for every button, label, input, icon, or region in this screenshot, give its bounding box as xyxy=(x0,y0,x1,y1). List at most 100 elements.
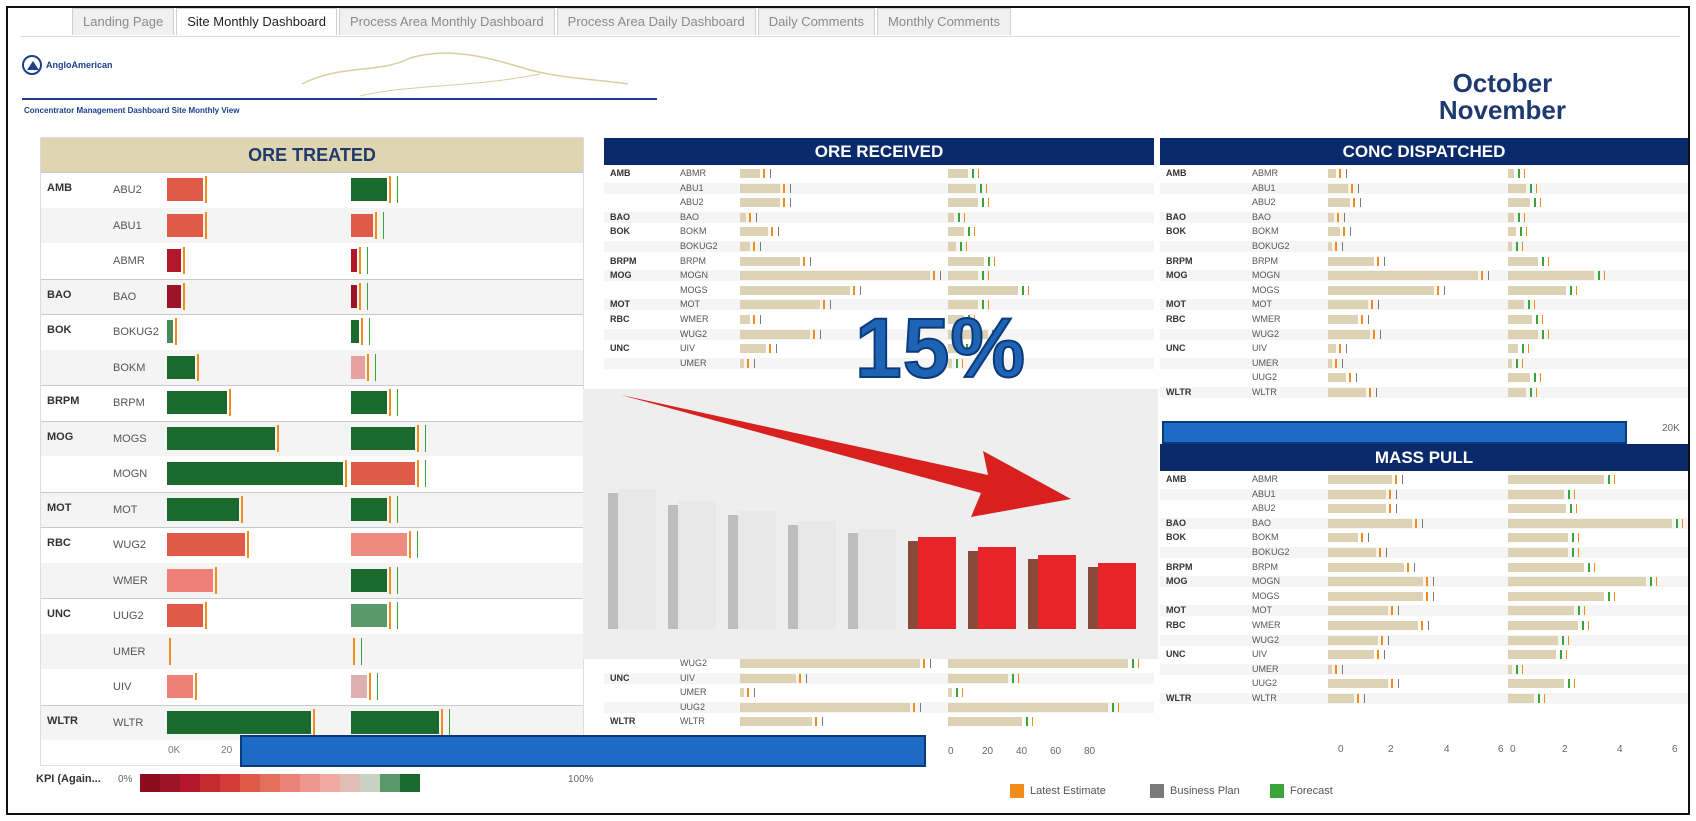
tab-process-area-daily-dashboard[interactable]: Process Area Daily Dashboard xyxy=(556,8,756,35)
latest-estimate-tick xyxy=(783,183,785,193)
ore-treated-bar xyxy=(167,710,311,734)
area-label: UIV xyxy=(113,681,132,693)
right-bar xyxy=(1508,329,1538,339)
latest-estimate-tick xyxy=(1536,183,1537,193)
latest-estimate-tick xyxy=(994,256,995,266)
table-row: BOKM xyxy=(41,349,583,385)
latest-estimate-tick xyxy=(974,227,975,237)
latest-estimate-tick xyxy=(853,285,855,295)
business-plan-tick xyxy=(1342,242,1343,251)
latest-estimate-tick xyxy=(1566,650,1567,660)
forecast-marker xyxy=(383,211,384,239)
left-bar xyxy=(1328,198,1350,208)
tab-daily-comments[interactable]: Daily Comments xyxy=(757,8,876,35)
area-label: UIV xyxy=(680,672,696,683)
latest-estimate-tick xyxy=(1526,227,1527,237)
ore-treated-bar xyxy=(351,604,387,627)
site-label: BAO xyxy=(47,288,72,301)
ore-treated-bar xyxy=(351,568,387,592)
forecast-tick xyxy=(972,169,974,178)
latest-estimate-tick xyxy=(1369,388,1371,397)
area-label: WLTR xyxy=(1252,387,1277,397)
business-plan-tick xyxy=(778,227,779,237)
tab-process-area-monthly-dashboard[interactable]: Process Area Monthly Dashboard xyxy=(339,8,555,35)
forecast-tick xyxy=(960,242,962,251)
ore-treated-bar xyxy=(351,462,415,485)
right-bar xyxy=(948,673,1008,683)
forecast-tick xyxy=(1530,388,1532,397)
axis-tick-label: 2 xyxy=(1562,744,1568,755)
forecast-tick xyxy=(1022,285,1024,295)
conc-axis-label: 20K xyxy=(1662,423,1680,434)
ore-treated-bar xyxy=(167,604,203,627)
left-bar xyxy=(740,271,930,281)
latest-estimate-marker xyxy=(197,353,199,381)
table-row: WLTR WLTR xyxy=(1160,693,1688,704)
business-plan-tick xyxy=(930,659,931,668)
area-label: WMER xyxy=(1252,620,1281,630)
forecast-tick xyxy=(1518,212,1520,222)
latest-estimate-marker xyxy=(389,566,391,594)
forecast-tick xyxy=(956,688,958,698)
illustration-bar xyxy=(908,537,956,629)
latest-estimate-tick xyxy=(1614,475,1615,484)
latest-estimate-tick xyxy=(933,271,935,281)
latest-estimate-tick xyxy=(923,659,925,668)
forecast-tick xyxy=(1536,315,1538,324)
table-row: RBC WMER xyxy=(1160,620,1688,631)
latest-estimate-tick xyxy=(1377,650,1379,660)
table-row: UUG2 xyxy=(1160,372,1688,383)
business-plan-tick xyxy=(806,673,807,683)
right-bar xyxy=(1508,227,1516,237)
kpi-scale-cell xyxy=(220,774,240,792)
latest-estimate-tick xyxy=(1682,518,1683,528)
left-bar xyxy=(740,688,744,698)
table-row: UNC UIV xyxy=(1160,343,1688,354)
right-bar xyxy=(1508,183,1526,193)
left-bar xyxy=(740,300,820,310)
table-row: BOKUG2 xyxy=(1160,241,1688,252)
latest-estimate-marker xyxy=(409,531,411,558)
latest-estimate-tick xyxy=(769,344,771,354)
tab-landing-page[interactable]: Landing Page xyxy=(72,8,175,35)
forecast-marker xyxy=(397,389,398,416)
area-label: BRPM xyxy=(113,397,145,409)
table-row: ABU2 xyxy=(1160,197,1688,208)
latest-estimate-tick xyxy=(1389,489,1391,499)
forecast-marker xyxy=(397,566,398,594)
ore-treated-axis: 0K 20 xyxy=(168,745,232,756)
tab-site-monthly-dashboard[interactable]: Site Monthly Dashboard xyxy=(176,8,337,35)
business-plan-tick xyxy=(776,344,777,354)
left-bar xyxy=(1328,285,1434,295)
table-row: RBC WMER xyxy=(1160,314,1688,325)
business-plan-tick xyxy=(1433,577,1434,587)
latest-estimate-tick xyxy=(1574,679,1575,689)
latest-estimate-tick xyxy=(1524,212,1525,222)
latest-estimate-tick xyxy=(1578,533,1579,543)
area-label: BAO xyxy=(1252,517,1272,528)
left-bar xyxy=(740,227,768,237)
left-bar xyxy=(1328,300,1368,310)
latest-estimate-tick xyxy=(1421,621,1423,630)
forecast-tick xyxy=(1562,635,1564,645)
area-label: ABU1 xyxy=(1252,488,1276,499)
area-label: BAO xyxy=(1252,211,1272,222)
table-row: BOK BOKM xyxy=(1160,532,1688,543)
forecast-tick xyxy=(1112,702,1114,712)
month-label-2: November xyxy=(1438,95,1566,125)
site-label: AMB xyxy=(1166,474,1187,484)
forecast-tick xyxy=(1570,285,1572,295)
site-label: UNC xyxy=(1166,649,1186,660)
latest-estimate-tick xyxy=(1343,227,1345,237)
area-label: WMER xyxy=(113,574,148,587)
table-row: UMER xyxy=(41,633,583,669)
table-row: BOKUG2 xyxy=(1160,547,1688,558)
scrollbar-horizontal[interactable] xyxy=(240,735,926,767)
area-label: WUG2 xyxy=(1252,328,1279,339)
ore-treated-bar xyxy=(351,284,357,308)
ore-treated-bar xyxy=(167,426,275,450)
latest-estimate-tick xyxy=(783,198,785,208)
scrollbar-horizontal-right[interactable] xyxy=(1162,421,1627,444)
tab-monthly-comments[interactable]: Monthly Comments xyxy=(877,8,1012,35)
left-bar xyxy=(740,242,750,251)
